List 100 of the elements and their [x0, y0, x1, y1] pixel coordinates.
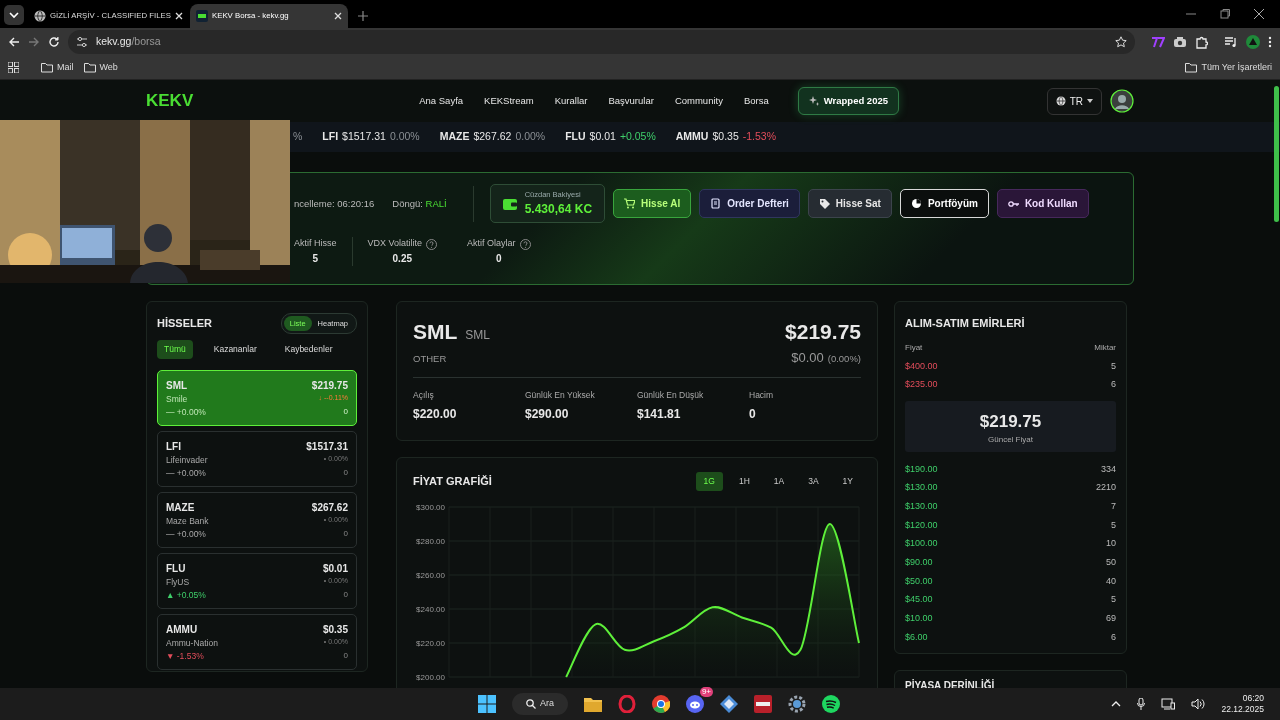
- ticker-price: $1517.31: [342, 129, 386, 145]
- stock-change: — +0.00%: [166, 405, 206, 419]
- range-tab[interactable]: 1H: [730, 472, 758, 491]
- cycle-status: Döngü: RALİ: [392, 196, 447, 211]
- order-price: $10.00: [905, 612, 933, 626]
- stock-symbol: LFI: [166, 440, 181, 454]
- current-price: $219.75: [785, 319, 861, 345]
- percent-change: (0.00%): [827, 351, 861, 366]
- clock-date[interactable]: 22.12.2025: [1221, 704, 1264, 716]
- column-header: Miktar: [1094, 341, 1116, 354]
- order-amount: 69: [1106, 612, 1116, 626]
- stock-change: ▼ -1.53%: [166, 649, 204, 663]
- filter-tab[interactable]: Kazananlar: [206, 340, 264, 359]
- stat-label: Günlük En Düşük: [637, 389, 705, 402]
- section-title: FİYAT GRAFİĞİ: [413, 474, 492, 490]
- stock-price: $267.62: [311, 501, 348, 515]
- range-tab[interactable]: 1Y: [834, 472, 861, 491]
- stat-value: $141.81: [637, 405, 682, 423]
- stock-change: — +0.00%: [166, 527, 206, 541]
- bookmark[interactable]: Mail: [41, 60, 74, 75]
- section-title: HİSSELER: [157, 316, 212, 332]
- action-button[interactable]: Hisse Sat: [807, 189, 892, 219]
- filter-tab[interactable]: Kaybedenler: [277, 340, 340, 359]
- stat-label: Açılış: [413, 389, 435, 402]
- stock-symbol: SML: [166, 379, 188, 393]
- update-time: ncelleme: 06:20:16: [294, 196, 375, 211]
- wrapped-button[interactable]: Wrapped 2025: [797, 86, 899, 116]
- ticker-symbol: FLU: [565, 129, 586, 145]
- url-text: kekv.gg/borsa: [96, 34, 161, 50]
- stock-symbol: MAZE: [166, 501, 195, 515]
- bookmark[interactable]: Tüm Yer İşaretleri: [1185, 60, 1272, 75]
- stat-value: 0: [749, 405, 757, 423]
- stock-code: SML: [465, 327, 490, 344]
- stat-label: VDX Volatilite: [367, 237, 423, 251]
- order-price: $190.00: [905, 462, 938, 476]
- nav-link[interactable]: Ana Sayfa: [413, 93, 470, 109]
- stat-label: Aktif Olaylar: [467, 237, 516, 251]
- stock-price: $0.01: [322, 562, 348, 576]
- stat-label: Aktif Hisse: [294, 237, 337, 251]
- axis-label: $220.00: [416, 638, 445, 648]
- ticker-symbol: AMMU: [675, 129, 709, 145]
- action-button[interactable]: Kod Kullan: [996, 189, 1089, 219]
- range-tab[interactable]: 1G: [695, 472, 723, 491]
- nav-link[interactable]: KEKStream: [478, 93, 540, 109]
- stock-volume: 0: [343, 405, 348, 418]
- column-header: Fiyat: [905, 341, 923, 354]
- stock-category: OTHER: [413, 351, 448, 366]
- nav-link[interactable]: Kurallar: [548, 93, 594, 109]
- axis-label: $240.00: [416, 604, 445, 614]
- order-price: $130.00: [905, 500, 938, 514]
- order-price: $120.00: [905, 518, 938, 532]
- order-price: $50.00: [905, 574, 933, 588]
- order-price: $100.00: [905, 537, 938, 551]
- stat-value: 0: [495, 251, 503, 266]
- order-amount: 50: [1106, 556, 1116, 570]
- order-amount: 40: [1106, 574, 1116, 588]
- bookmark[interactable]: Web: [83, 60, 118, 75]
- stock-name: Maze Bank: [166, 515, 209, 528]
- order-price: $130.00: [905, 481, 938, 495]
- nav-link[interactable]: Borsa: [737, 93, 775, 109]
- language-selector[interactable]: TR: [1046, 87, 1102, 115]
- current-price-label: Güncel Fiyat: [987, 434, 1034, 447]
- order-amount: 2210: [1095, 481, 1116, 495]
- stock-symbol: AMMU: [166, 623, 198, 637]
- stat-value: $290.00: [525, 405, 570, 423]
- taskbar-search[interactable]: Ara: [512, 693, 568, 715]
- stock-symbol: SML: [413, 319, 458, 345]
- nav-link[interactable]: Community: [668, 93, 729, 109]
- action-button[interactable]: Hisse Al: [613, 189, 692, 219]
- stock-change: — +0.00%: [166, 466, 206, 480]
- action-button[interactable]: Portföyüm: [899, 189, 989, 219]
- stock-price: $1517.31: [306, 440, 348, 454]
- stock-volume: 0: [343, 649, 348, 662]
- stock-volume: 0: [343, 466, 348, 479]
- stock-volume: 0: [343, 527, 348, 540]
- wallet-balance: 5.430,64 KC: [524, 201, 593, 219]
- stock-symbol: FLU: [166, 562, 186, 576]
- notification-badge: 9+: [699, 687, 713, 697]
- clock-time[interactable]: 06:20: [1221, 692, 1264, 704]
- action-button[interactable]: Order Defteri: [699, 189, 800, 219]
- range-tab[interactable]: 3A: [800, 472, 827, 491]
- order-price: $90.00: [905, 556, 933, 570]
- address-bar[interactable]: kekv.gg/borsa: [68, 30, 1135, 54]
- order-amount: 10: [1106, 537, 1116, 551]
- ticker-change: 0.00%: [515, 129, 546, 145]
- nav-link[interactable]: Başvurular: [602, 93, 660, 109]
- stock-change: ▲ +0.05%: [166, 588, 206, 602]
- stat-label: Hacim: [749, 389, 775, 402]
- site-logo[interactable]: KEKV: [146, 88, 194, 114]
- order-amount: 334: [1100, 462, 1116, 476]
- order-amount: 5: [1111, 518, 1116, 532]
- stock-price: $219.75: [311, 379, 348, 393]
- filter-tab[interactable]: Tümü: [157, 340, 193, 359]
- range-tab[interactable]: 1A: [765, 472, 793, 491]
- current-price: $219.75: [978, 410, 1043, 433]
- ticker-change: -1.53%: [742, 129, 776, 145]
- stat-value: $220.00: [413, 405, 458, 423]
- ticker-change: %: [293, 129, 303, 145]
- ticker-symbol: MAZE: [439, 129, 470, 145]
- order-price: $400.00: [905, 359, 938, 373]
